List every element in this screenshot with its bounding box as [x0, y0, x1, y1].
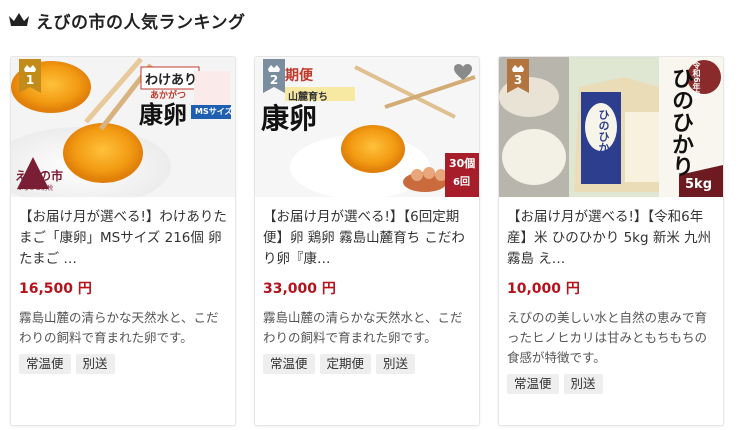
- product-price: 10,000 円: [507, 281, 580, 297]
- crown-icon: [8, 12, 30, 28]
- product-name[interactable]: 【お届け月が選べる!】【6回定期便】卵 鶏卵 霧島山麓育ち こだわり卵『康…: [263, 207, 471, 270]
- tag-list: 常温便 別送: [507, 374, 715, 394]
- product-price: 16,500 円: [19, 281, 92, 297]
- image-logo-sub: ふるさと納税: [17, 185, 54, 192]
- tag-subscription: 定期便: [319, 354, 372, 374]
- rank-badge: 1: [19, 59, 41, 93]
- image-logo: えびの市: [15, 169, 64, 183]
- image-label-bag: ひのひかり: [597, 109, 610, 164]
- tag-shipping: 常温便: [507, 374, 559, 394]
- product-description: 霧島山麓の清らかな天然水と、こだわりの飼料で育まれた卵です。: [263, 310, 463, 345]
- tag-list: 常温便 定期便 別送: [263, 354, 471, 374]
- image-label-badge: 期便: [285, 68, 313, 84]
- tag-shipping: 常温便: [19, 354, 71, 374]
- rank-number: 1: [25, 73, 35, 87]
- tag-separate: 別送: [376, 354, 416, 374]
- product-image[interactable]: わけあり あかがつ 康卵 MSサイズ えびの市 ふるさと納税 1: [11, 57, 235, 197]
- favorite-heart-icon[interactable]: [453, 63, 473, 85]
- image-label-brand: 康卵: [139, 100, 187, 129]
- product-description: えびのの美しい水と自然の恵みで育ったヒノヒカリは甘みともちもちの食感が特徴です。: [507, 310, 708, 365]
- image-label-weight: 5kg: [685, 177, 712, 192]
- image-label-badge: わけあり: [145, 73, 198, 88]
- ranking-list: わけあり あかがつ 康卵 MSサイズ えびの市 ふるさと納税 1 【お届け月が選…: [10, 56, 724, 426]
- tag-shipping: 常温便: [263, 354, 315, 374]
- product-name[interactable]: 【お届け月が選べる!】【令和6年産】米 ひのひかり 5kg 新米 九州 霧島 え…: [507, 207, 715, 270]
- product-image[interactable]: 期便 山麓育ち 康卵 30個 6回 2: [255, 57, 479, 197]
- ranking-page: えびの市の人気ランキング わけあり あかがつ 康卵 MSサイズ えびの市 ふるさ…: [0, 0, 745, 430]
- product-description: 霧島山麓の清らかな天然水と、こだわりの飼料で育まれた卵です。: [19, 310, 219, 345]
- tag-list: 常温便 別送: [19, 354, 227, 374]
- tag-separate: 別送: [75, 354, 115, 374]
- product-name[interactable]: 【お届け月が選べる!】わけありたまご「康卵」MSサイズ 216個 卵 たまご …: [19, 207, 227, 270]
- product-card-1[interactable]: わけあり あかがつ 康卵 MSサイズ えびの市 ふるさと納税 1 【お届け月が選…: [10, 56, 236, 426]
- product-price: 33,000 円: [263, 281, 336, 297]
- rank-number: 3: [513, 73, 523, 87]
- image-label-count: 30個: [449, 157, 476, 170]
- image-label-year: 令和6年産: [692, 61, 701, 99]
- rank-badge: 3: [507, 59, 529, 93]
- product-image[interactable]: ひのひかり 令和6年産 5kg ひのひかり 3: [499, 57, 723, 197]
- tag-separate: 別送: [563, 374, 603, 394]
- image-label-brand: 康卵: [261, 102, 318, 135]
- ranking-header: えびの市の人気ランキング: [8, 8, 246, 33]
- product-card-2[interactable]: 期便 山麓育ち 康卵 30個 6回 2 【お届け月が選べる!】【6回定期便】卵 …: [254, 56, 480, 426]
- product-card-3[interactable]: ひのひかり 令和6年産 5kg ひのひかり 3 【お届け月が選べる!】【令和6年…: [498, 56, 724, 426]
- rank-badge: 2: [263, 59, 285, 93]
- page-title: えびの市の人気ランキング: [36, 12, 246, 33]
- image-label-size: MSサイズ: [195, 107, 233, 116]
- rank-number: 2: [269, 73, 279, 87]
- image-label-times: 6回: [453, 177, 470, 188]
